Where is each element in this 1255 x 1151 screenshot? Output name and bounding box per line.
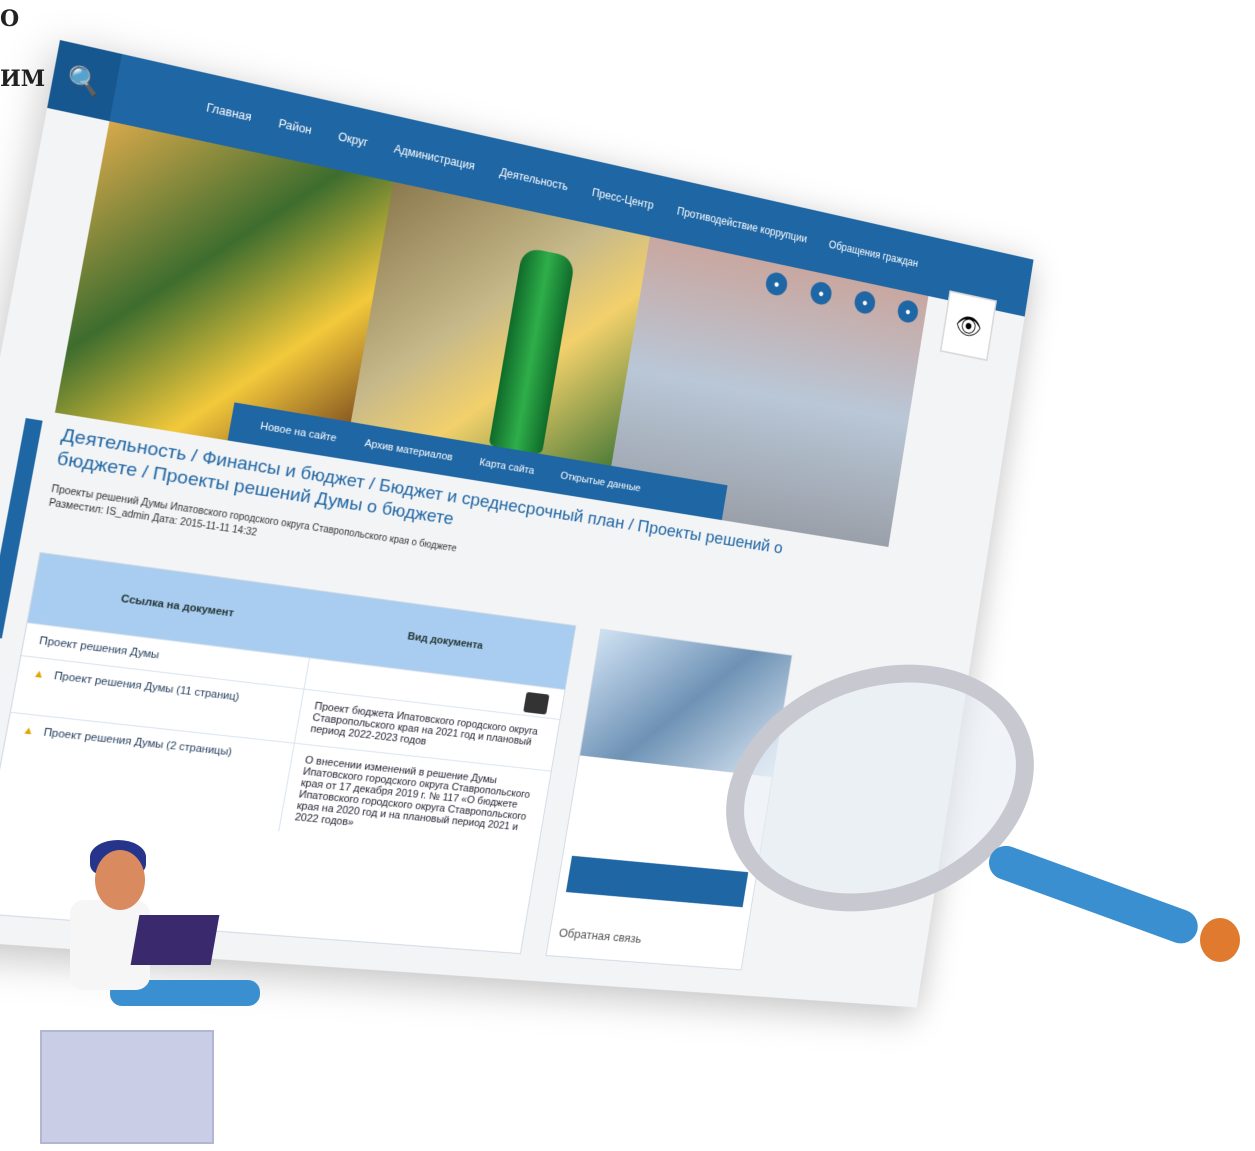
laptop-illustration: [130, 915, 220, 965]
subnav-item-archive[interactable]: Архив материалов: [364, 438, 454, 464]
search-icon: 🔍: [65, 62, 105, 99]
nav-item-district[interactable]: Район: [277, 117, 312, 137]
person-head: [95, 850, 145, 910]
nav-item-administration[interactable]: Администрация: [393, 142, 476, 172]
bottle-image: [488, 246, 576, 455]
nav-item-okrug[interactable]: Округ: [337, 130, 369, 149]
person-with-laptop-illustration: [40, 840, 300, 1144]
social-icon-3[interactable]: ●: [853, 289, 877, 316]
crate-illustration: [40, 1030, 214, 1144]
document-link[interactable]: Проект решения Думы: [38, 635, 160, 661]
warning-icon: ▲: [32, 667, 46, 681]
search-button[interactable]: 🔍: [47, 40, 123, 122]
subnav-item-sitemap[interactable]: Карта сайта: [479, 457, 535, 477]
social-icon-2[interactable]: ●: [809, 280, 834, 307]
print-icon[interactable]: [523, 691, 550, 715]
subnav-item-new[interactable]: Новое на сайте: [259, 421, 337, 445]
eye-icon: 👁: [953, 310, 984, 342]
magnifier-handle-end: [1200, 918, 1240, 962]
warning-icon: ▲: [21, 724, 36, 738]
social-icon-4[interactable]: ●: [896, 298, 920, 325]
sidebar-blue-button[interactable]: [565, 855, 749, 908]
nav-item-citizen-appeals[interactable]: Обращения граждан: [828, 238, 919, 269]
subnav-item-open-data[interactable]: Открытые данные: [560, 470, 642, 494]
banner-photo-products: [54, 121, 394, 460]
nav-item-press-center[interactable]: Пресс-Центр: [591, 186, 655, 212]
nav-item-home[interactable]: Главная: [205, 101, 252, 124]
nav-item-activity[interactable]: Деятельность: [499, 166, 569, 193]
social-icon-1[interactable]: ●: [764, 270, 789, 298]
accessibility-button[interactable]: 👁: [939, 290, 997, 362]
feedback-link[interactable]: Обратная связь: [558, 926, 643, 946]
nav-item-anticorruption[interactable]: Противодействие коррупции: [676, 205, 808, 246]
